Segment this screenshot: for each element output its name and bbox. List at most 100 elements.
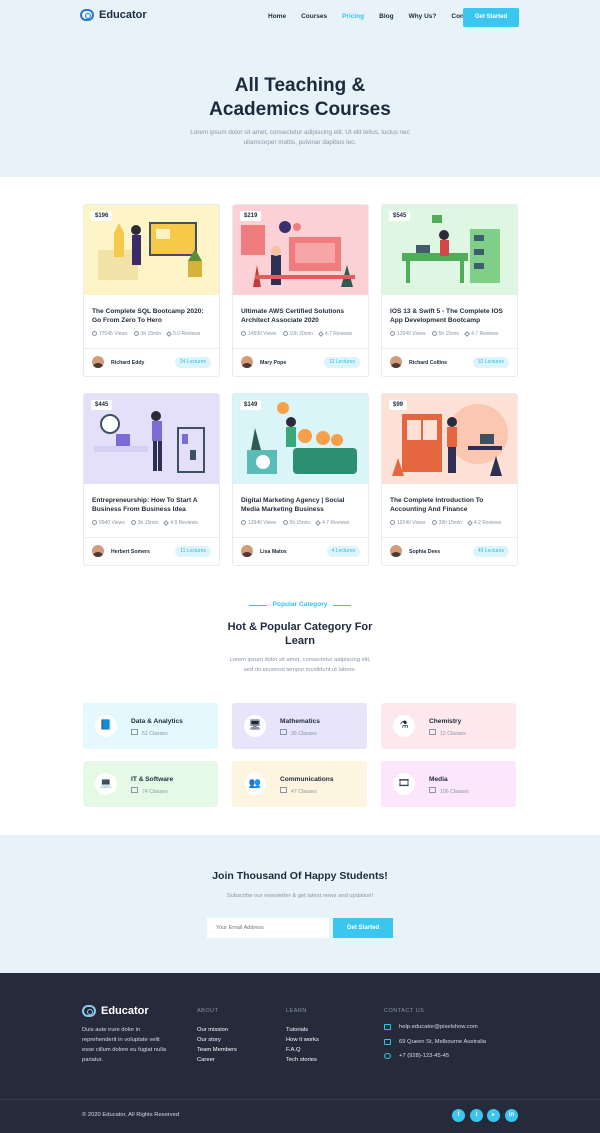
reviews-text: 4.7 Reviews	[324, 331, 353, 337]
facebook-icon[interactable]: f	[452, 1109, 465, 1122]
brand-name: Educator	[99, 9, 147, 21]
reviews-text: 4.9 Reviews	[170, 520, 198, 526]
category-card[interactable]: 🎞 Media 106 Classes	[381, 761, 516, 807]
lectures-badge: 24 Lectures	[174, 357, 211, 368]
contact-phone[interactable]: +7 (928)-123-45-45	[384, 1053, 449, 1059]
email-input[interactable]	[207, 918, 329, 938]
footer-link-team-members[interactable]: Team Members	[197, 1045, 237, 1055]
category-name: IT & Software	[131, 776, 174, 783]
twitter-icon[interactable]: t	[470, 1109, 483, 1122]
footer-link-our-story[interactable]: Our story	[197, 1035, 237, 1045]
duration-meta: 3h 15min	[133, 331, 162, 337]
title-line-2: Academics Courses	[209, 99, 391, 120]
course-title[interactable]: Digital Marketing Agency | Social Media …	[241, 496, 363, 514]
card-divider	[233, 348, 368, 349]
nav-blog[interactable]: Blog	[379, 13, 393, 20]
price-badge: $196	[91, 211, 113, 221]
site-footer: Educator Duis aute irure dolor in repreh…	[0, 973, 600, 1133]
footer-link-how-it-works[interactable]: How it works	[286, 1035, 319, 1045]
avatar	[390, 356, 402, 368]
lectures-badge: 12 Lectures	[323, 357, 360, 368]
nav-courses[interactable]: Courses	[301, 13, 327, 20]
category-card[interactable]: 👥 Communications 47 Classes	[232, 761, 367, 807]
flask-icon: ⚗	[393, 715, 415, 737]
category-name: Data & Analytics	[131, 718, 183, 725]
hero-section: All Teaching & Academics Courses Lorem i…	[0, 34, 600, 177]
star-icon	[318, 331, 324, 337]
views-meta: 14590 Views	[241, 331, 277, 337]
views-count: 14590 Views	[248, 331, 277, 337]
brain-icon	[80, 9, 94, 21]
category-card[interactable]: 📘 Data & Analytics 51 Classes	[83, 703, 218, 749]
views-count: 77045 Views	[99, 331, 128, 337]
author-name: Herbert Somers	[111, 549, 150, 555]
star-icon	[464, 331, 470, 337]
get-started-button[interactable]: Get Started	[463, 8, 519, 27]
learn-links: Tutorials How it works F.A.Q Tech storie…	[286, 1025, 319, 1065]
category-name: Chemistry	[429, 718, 462, 725]
footer-link-tutorials[interactable]: Tutorials	[286, 1025, 319, 1035]
course-meta: 77045 Views 3h 15min 5.0 Reviews	[92, 331, 217, 337]
title-line-1: All Teaching &	[234, 75, 366, 96]
clock-icon	[431, 520, 437, 525]
category-card[interactable]: 🖥 Mathematics 36 Classes	[232, 703, 367, 749]
nav-pricing[interactable]: Pricing	[342, 13, 364, 20]
eye-icon	[92, 331, 97, 336]
category-card[interactable]: 💻 IT & Software 74 Classes	[83, 761, 218, 807]
course-title[interactable]: Ultimate AWS Certified Solutions Archite…	[241, 307, 363, 325]
popular-title: Hot & Popular Category For Learn	[0, 620, 600, 648]
category-count: 51 Classes	[131, 729, 168, 737]
about-links: Our mission Our story Team Members Caree…	[197, 1025, 237, 1065]
duration-text: 10h 20min	[289, 331, 313, 337]
footer-description: Duis aute irure dolor in reprehenderit i…	[82, 1027, 167, 1063]
category-card[interactable]: ⚗ Chemistry 12 Classes	[381, 703, 516, 749]
course-title[interactable]: The Complete Introduction To Accounting …	[390, 496, 512, 514]
course-card[interactable]: $445 Entrepreneurship: How To Start A Bu…	[83, 393, 220, 566]
duration-text: 5h 15min	[438, 331, 460, 337]
category-count: 47 Classes	[280, 787, 317, 795]
popular-title-line-1: Hot & Popular Category For	[227, 621, 373, 633]
author-name: Sophia Dees	[409, 549, 441, 555]
nav-home[interactable]: Home	[268, 13, 286, 20]
footer-link-career[interactable]: Career	[197, 1055, 237, 1065]
course-card[interactable]: $219 Ultimate AWS Certified Solutions Ar…	[232, 204, 369, 377]
divider-line-right	[333, 605, 351, 606]
course-card[interactable]: $99 The Complete Introduction To Account…	[381, 393, 518, 566]
course-meta: 9940 Views 3h 15min 4.9 Reviews	[92, 520, 217, 526]
site-header: Educator Home Courses Pricing Blog Why U…	[0, 0, 600, 34]
newsletter-subtitle: Subscribe our newsletter & get latest ne…	[226, 893, 374, 899]
address-text: 69 Queen St, Melbourne Australia	[399, 1039, 487, 1045]
hero-subtitle: Lorem ipsum dolor sit amet, consectetur …	[190, 129, 410, 146]
youtube-icon[interactable]: ▸	[487, 1109, 500, 1122]
linkedin-icon[interactable]: in	[505, 1109, 518, 1122]
category-count: 74 Classes	[131, 787, 168, 795]
course-card[interactable]: $196 The Complete SQL Bootcamp 2020: Go …	[83, 204, 220, 377]
card-divider	[84, 537, 219, 538]
subscribe-button[interactable]: Get Started	[333, 918, 393, 938]
course-title[interactable]: The Complete SQL Bootcamp 2020: Go From …	[92, 307, 214, 325]
brand-logo[interactable]: Educator	[80, 9, 147, 21]
price-badge: $149	[240, 400, 262, 410]
map-icon	[384, 1039, 391, 1045]
star-icon	[467, 520, 473, 526]
footer-link-our-mission[interactable]: Our mission	[197, 1025, 237, 1035]
footer-logo[interactable]: Educator	[82, 1005, 149, 1017]
footer-link-faq[interactable]: F.A.Q	[286, 1045, 319, 1055]
clock-icon	[282, 520, 288, 525]
author-name: Richard Eddy	[111, 360, 145, 366]
popular-subtitle: Lorem ipsum dolor sit amet, consectetur …	[229, 657, 371, 673]
nav-why-us[interactable]: Why Us?	[409, 13, 437, 20]
price-badge: $445	[91, 400, 113, 410]
main-nav: Home Courses Pricing Blog Why Us? Contac…	[268, 13, 494, 20]
duration-text: 3h 15min	[140, 331, 162, 337]
course-title[interactable]: IOS 13 & Swift 5 - The Complete IOS App …	[390, 307, 512, 325]
course-title[interactable]: Entrepreneurship: How To Start A Busines…	[92, 496, 214, 514]
eye-icon	[241, 331, 246, 336]
reviews-meta: 4.2 Reviews	[467, 520, 501, 526]
course-card[interactable]: $149 Digital Marketing Agency | Social M…	[232, 393, 369, 566]
course-card[interactable]: $545 IOS 13 & Swift 5 - The Complete IOS…	[381, 204, 518, 377]
price-badge: $99	[389, 400, 408, 410]
footer-link-tech-stories[interactable]: Tech stories	[286, 1055, 319, 1065]
contact-email[interactable]: help.educator@pixelshow.com	[384, 1024, 478, 1030]
mail-icon	[384, 1024, 391, 1030]
